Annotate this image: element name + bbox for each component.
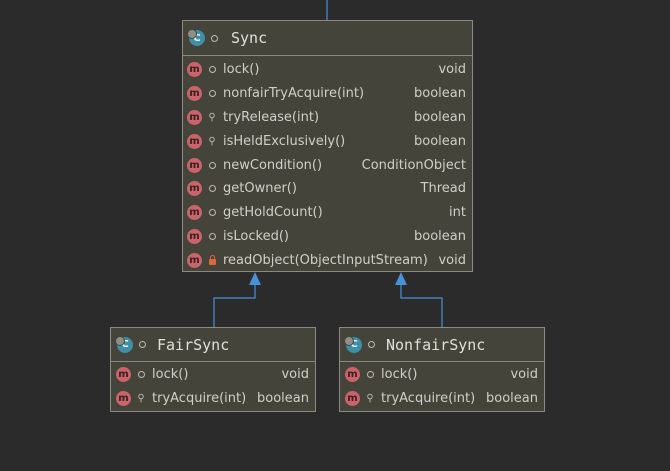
method-return-type: boolean [486,391,538,407]
protected-visibility-icon: ⚲ [208,111,216,123]
method-name: tryAcquire(int) [381,391,476,407]
package-visibility-icon [206,209,218,217]
method-name: newCondition() [223,157,323,173]
method-icon: m [187,181,202,197]
fairsync-method-list: m lock() void m ⚲ tryAcquire(int) boolea… [111,362,315,411]
method-row[interactable]: m lock() void [116,363,309,387]
method-icon: m [187,205,202,221]
method-row[interactable]: m ⚲ tryRelease(int) boolean [187,106,466,130]
method-row[interactable]: m ⚲ tryAcquire(int) boolean [116,387,309,411]
nonfairsync-class-header[interactable]: C NonfairSync [340,328,544,362]
method-row[interactable]: m nonfairTryAcquire(int) boolean [187,82,466,106]
method-icon: m [116,391,131,407]
package-visibility-icon [139,341,146,348]
package-visibility-icon [368,341,375,348]
method-row[interactable]: m readObject(ObjectInputStream) void [187,248,466,272]
protected-visibility-icon: ⚲ [137,393,145,405]
method-row[interactable]: m getHoldCount() int [187,201,466,225]
method-name: lock() [223,62,260,78]
nonfairsync-arrowhead [395,272,407,285]
method-return-type: boolean [257,391,309,407]
method-return-type: Thread [420,181,466,197]
method-name: lock() [152,367,189,383]
method-icon: m [187,157,202,173]
package-visibility-icon [206,161,218,169]
class-icon: C [115,335,133,354]
protected-visibility-icon: ⚲ [366,393,374,405]
method-icon: m [345,391,360,407]
method-name: readObject(ObjectInputStream) [223,252,428,268]
method-icon: m [187,109,202,125]
method-return-type: void [281,367,309,383]
method-name: isLocked() [223,228,289,244]
package-visibility-icon [206,90,218,98]
method-return-type: ConditionObject [361,157,466,173]
class-title: Sync [231,29,268,47]
method-return-type: boolean [414,86,466,102]
method-icon: m [187,228,202,244]
method-name: tryRelease(int) [223,109,320,125]
method-name: getHoldCount() [223,205,323,221]
method-row[interactable]: m ⚲ isHeldExclusively() boolean [187,129,466,153]
package-visibility-icon [135,371,147,379]
method-return-type: boolean [414,109,466,125]
method-return-type: void [510,367,538,383]
package-visibility-icon [211,34,218,42]
method-icon: m [187,252,202,268]
nonfairsync-class-box[interactable]: C NonfairSync m lock() void m ⚲ tryAcqui… [339,327,545,412]
method-icon: m [187,62,202,78]
nonfairsync-method-list: m lock() void m ⚲ tryAcquire(int) boolea… [340,362,544,411]
method-return-type: void [438,62,466,78]
sync-class-header[interactable]: C Sync [183,21,472,56]
method-icon: m [116,367,131,383]
method-name: getOwner() [223,181,297,197]
protected-visibility-icon: ⚲ [208,135,216,147]
method-return-type: boolean [414,228,466,244]
method-row[interactable]: m lock() void [345,363,538,387]
method-return-type: int [449,205,466,221]
method-icon: m [345,367,360,383]
fairsync-class-header[interactable]: C FairSync [111,328,315,362]
class-title: FairSync [157,335,230,354]
private-lock-icon [206,254,218,265]
class-icon: C [344,335,362,354]
method-row[interactable]: m getOwner() Thread [187,177,466,201]
nonfairsync-connector-line [400,282,443,327]
class-title: NonfairSync [386,335,486,354]
package-visibility-icon [206,232,218,240]
method-return-type: void [438,252,466,268]
method-row[interactable]: m lock() void [187,58,466,82]
package-visibility-icon [206,185,218,193]
method-name: lock() [381,367,418,383]
method-return-type: boolean [414,133,466,149]
fairsync-connector-line [213,282,256,327]
method-icon: m [187,86,202,102]
method-name: tryAcquire(int) [152,391,247,407]
method-row[interactable]: m newCondition() ConditionObject [187,153,466,177]
package-visibility-icon [206,66,218,74]
method-name: nonfairTryAcquire(int) [223,86,365,102]
sync-class-box[interactable]: C Sync m lock() void m nonfairTryAcquire… [182,20,473,272]
method-icon: m [187,133,202,149]
method-name: isHeldExclusively() [223,133,346,149]
sync-method-list: m lock() void m nonfairTryAcquire(int) b… [183,56,472,272]
method-row[interactable]: m ⚲ tryAcquire(int) boolean [345,387,538,411]
fairsync-arrowhead [249,272,261,285]
fairsync-class-box[interactable]: C FairSync m lock() void m ⚲ tryAcquire(… [110,327,316,412]
class-icon: C [187,29,205,47]
method-row[interactable]: m isLocked() boolean [187,225,466,249]
package-visibility-icon [364,371,376,379]
